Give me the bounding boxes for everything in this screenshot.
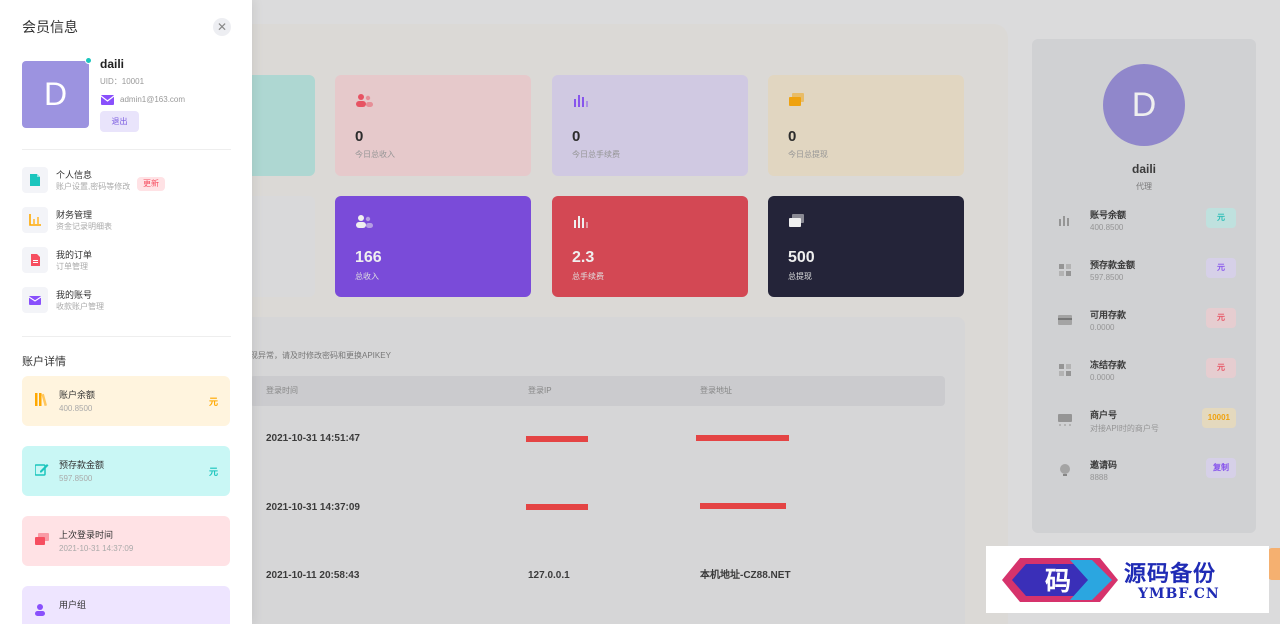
username: daili <box>100 57 125 71</box>
menu-title: 我的订单 <box>56 250 93 260</box>
card-title: 上次登录时间 <box>59 530 114 540</box>
mail-icon <box>101 95 114 105</box>
divider <box>22 336 231 337</box>
books-icon <box>35 393 48 406</box>
update-badge: 更新 <box>137 177 165 191</box>
monitor-icon <box>35 533 49 545</box>
menu-title: 个人信息 <box>56 170 93 180</box>
watermark-logo-char: 码 <box>1045 567 1071 597</box>
menu-title: 财务管理 <box>56 210 93 220</box>
edit-icon <box>35 464 49 476</box>
watermark: 码 源码备份 YMBF.CN <box>986 546 1269 613</box>
card-title: 预存款金额 <box>59 460 105 470</box>
online-status-dot <box>85 57 92 64</box>
floating-tab <box>1268 548 1280 580</box>
logout-button[interactable]: 退出 <box>100 111 139 132</box>
card-value: 400.8500 <box>59 404 93 413</box>
menu-icon-box <box>22 287 48 313</box>
menu-title: 我的账号 <box>56 290 93 300</box>
account-card-deposit: 预存款金额 597.8500 元 <box>22 446 230 496</box>
card-value: 597.8500 <box>59 474 93 483</box>
user-doc-icon <box>30 174 40 186</box>
watermark-subtext: YMBF.CN <box>1138 586 1220 602</box>
menu-item-orders[interactable]: 我的订单 订单管理 <box>22 247 232 279</box>
card-value: 2021-10-31 14:37:09 <box>59 544 134 553</box>
menu-icon-box <box>22 167 48 193</box>
section-title: 账户详情 <box>22 356 66 368</box>
menu-item-finance[interactable]: 财务管理 资金记录明细表 <box>22 207 232 239</box>
account-card-balance: 账户余额 400.8500 元 <box>22 376 230 426</box>
member-info-drawer: 会员信息 ✕ D daili UID：10001 admin1@163.com … <box>0 0 252 624</box>
menu-subtitle: 资金记录明细表 <box>56 222 112 231</box>
menu-subtitle: 收款账户管理 <box>56 302 104 311</box>
card-unit: 元 <box>208 467 218 477</box>
file-icon <box>31 254 40 266</box>
menu-icon-box <box>22 207 48 233</box>
user-email: admin1@163.com <box>120 95 186 104</box>
user-uid: UID：10001 <box>100 77 145 86</box>
divider <box>22 149 231 150</box>
mail-icon <box>29 296 41 305</box>
menu-subtitle: 订单管理 <box>56 262 88 271</box>
chart-icon <box>29 214 41 226</box>
watermark-text: 源码备份 <box>1124 561 1217 587</box>
card-unit: 元 <box>208 397 218 407</box>
menu-item-profile[interactable]: 个人信息 账户设置,密码等修改 更新 <box>22 167 232 199</box>
watermark-logo: 码 <box>1002 558 1118 602</box>
group-icon <box>35 604 45 616</box>
avatar: D <box>22 61 89 128</box>
card-title: 账户余额 <box>59 390 96 400</box>
close-icon[interactable]: ✕ <box>213 18 231 36</box>
menu-icon-box <box>22 247 48 273</box>
card-title: 用户组 <box>59 600 87 610</box>
drawer-title: 会员信息 <box>22 19 78 35</box>
menu-subtitle: 账户设置,密码等修改 <box>56 182 131 191</box>
account-card-last-login: 上次登录时间 2021-10-31 14:37:09 <box>22 516 230 566</box>
account-card-user-group: 用户组 <box>22 586 230 624</box>
menu-item-accounts[interactable]: 我的账号 收款账户管理 <box>22 287 232 319</box>
